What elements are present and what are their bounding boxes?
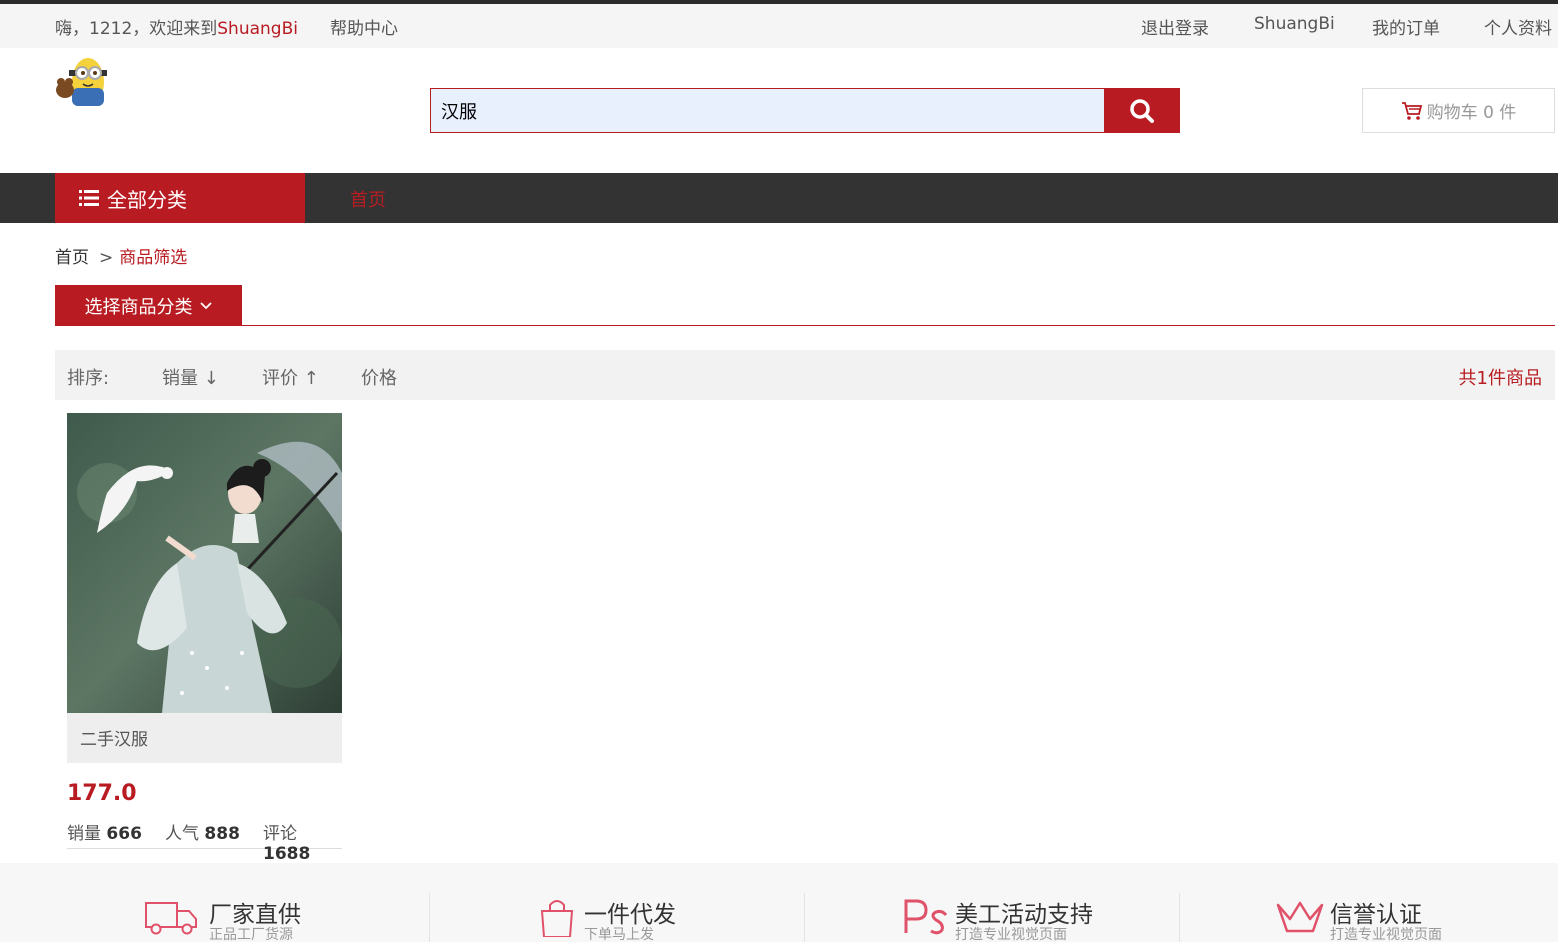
search-box [430, 88, 1180, 133]
greeting-text: 嗨，1212，欢迎来到 [55, 19, 218, 39]
help-center-link[interactable]: 帮助中心 [330, 14, 398, 39]
breadcrumb-home[interactable]: 首页 [55, 248, 89, 268]
feature-direct-supply: 厂家直供 正品工厂货源 [143, 891, 518, 942]
breadcrumb-separator: > [99, 248, 114, 268]
profile-link[interactable]: 个人资料 [1484, 14, 1552, 39]
sales-stat: 销量 666 [67, 819, 142, 844]
category-select-label: 选择商品分类 [84, 296, 193, 318]
divider [429, 893, 430, 942]
logout-link[interactable]: 退出登录 [1141, 14, 1209, 39]
category-bar: 选择商品分类 [55, 285, 1555, 326]
sort-sales-button[interactable]: 销量 ↓ [162, 364, 219, 390]
shuangbi-link[interactable]: ShuangBi [1254, 14, 1335, 34]
shopping-bag-icon [540, 900, 574, 937]
cart-label: 购物车 0 件 [1426, 103, 1517, 123]
main-nav: 全部分类 首页 [0, 173, 1558, 223]
my-orders-link[interactable]: 我的订单 [1372, 14, 1440, 39]
sales-label: 销量 [67, 824, 101, 844]
popularity-value: 888 [204, 824, 240, 844]
product-card[interactable]: 二手汉服 177.0 销量 666 人气 888 评论 1688 [67, 413, 342, 864]
feature-subtitle: 打造专业视觉页面 [955, 927, 1067, 942]
search-button[interactable] [1104, 88, 1180, 133]
feature-subtitle: 打造专业视觉页面 [1330, 927, 1442, 942]
sales-value: 666 [106, 824, 142, 844]
logo[interactable] [55, 48, 117, 110]
breadcrumb: 首页 > 商品筛选 [55, 243, 187, 268]
sort-bar: 排序: 销量 ↓ 评价 ↑ 价格 共1件商品 [55, 350, 1555, 400]
result-count: 共1件商品 [1458, 368, 1542, 389]
reviews-stat: 评论 1688 [263, 819, 342, 864]
search-icon [1130, 98, 1154, 123]
service-features: 厂家直供 正品工厂货源 一件代发 下单马上发 美工活动支持 打造专业视觉页面 信… [0, 863, 1558, 942]
all-categories-button[interactable]: 全部分类 [55, 173, 305, 223]
divider [1179, 893, 1180, 942]
feature-design-support: 美工活动支持 打造专业视觉页面 [898, 891, 1273, 942]
divider [804, 893, 805, 942]
product-name[interactable]: 二手汉服 [67, 713, 342, 763]
feature-subtitle: 正品工厂货源 [209, 927, 293, 942]
sort-price-button[interactable]: 价格 [361, 364, 397, 390]
sort-rating-button[interactable]: 评价 ↑ [262, 364, 319, 390]
welcome-text: 嗨，1212，欢迎来到ShuangBi [55, 14, 298, 39]
cart-button[interactable]: 购物车 0 件 [1362, 88, 1555, 133]
reviews-value: 1688 [263, 844, 311, 864]
popularity-label: 人气 [165, 824, 199, 844]
category-select-button[interactable]: 选择商品分类 [55, 285, 242, 326]
sort-label: 排序: [67, 368, 110, 389]
product-stats: 销量 666 人气 888 评论 1688 [67, 817, 342, 864]
nav-home-link[interactable]: 首页 [350, 186, 386, 212]
search-input[interactable] [430, 88, 1106, 133]
product-price: 177.0 [67, 781, 137, 806]
chevron-down-icon [199, 301, 212, 309]
reviews-label: 评论 [263, 824, 297, 844]
cart-icon [1401, 101, 1422, 120]
photoshop-icon [904, 899, 948, 935]
top-bar: 嗨，1212，欢迎来到ShuangBi 帮助中心 退出登录 ShuangBi 我… [0, 4, 1558, 48]
feature-subtitle: 下单马上发 [584, 927, 654, 942]
brand-link[interactable]: ShuangBi [217, 19, 298, 39]
popularity-stat: 人气 888 [165, 819, 240, 844]
feature-credit-certified: 信誉认证 打造专业视觉页面 [1272, 891, 1558, 942]
crown-icon [1276, 901, 1324, 933]
all-categories-label: 全部分类 [107, 187, 187, 212]
list-icon [79, 190, 99, 206]
truck-icon [145, 902, 197, 935]
product-image[interactable] [67, 413, 342, 713]
feature-dropship: 一件代发 下单马上发 [530, 891, 905, 942]
breadcrumb-current: 商品筛选 [119, 248, 188, 268]
